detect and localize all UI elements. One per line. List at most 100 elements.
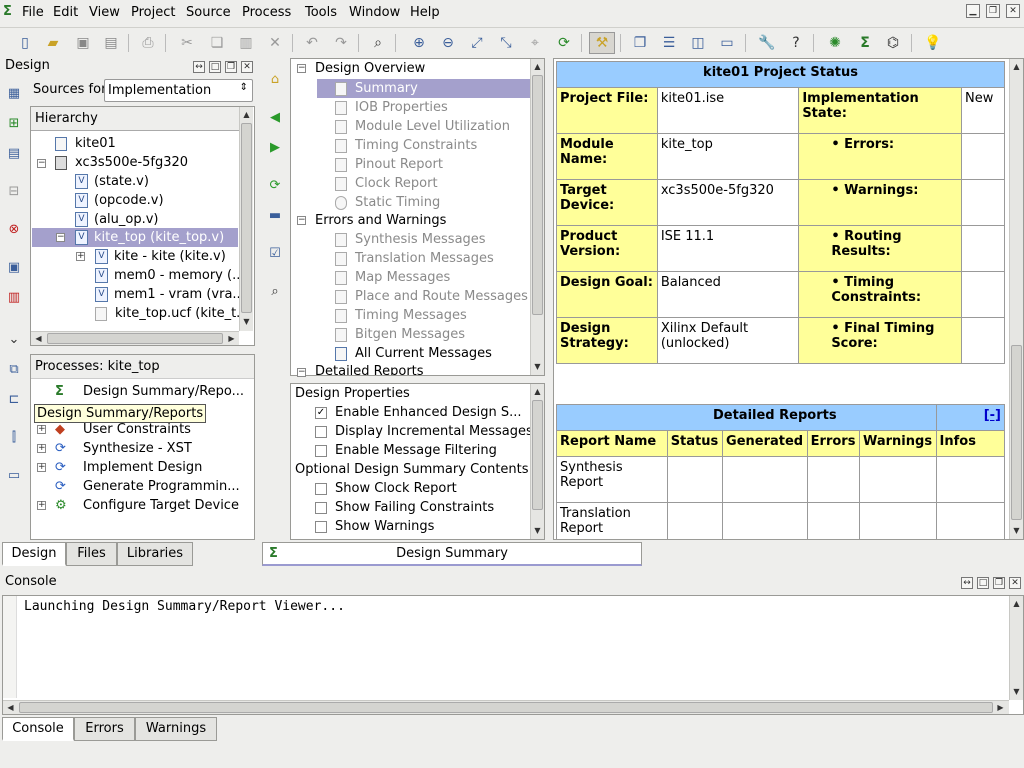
opt-clock-report[interactable]: Show Clock Report <box>315 479 457 498</box>
menu-help[interactable]: Help <box>410 5 440 20</box>
zoom-out-icon[interactable]: ⊖ <box>437 32 459 54</box>
report-name[interactable]: Synthesis Report <box>556 456 668 503</box>
console-vscroll[interactable]: ▲ ▼ <box>1009 596 1023 700</box>
scroll-right-icon[interactable]: ▶ <box>994 701 1007 714</box>
remove-source-icon[interactable]: ⊗ <box>5 222 23 240</box>
panel-close-icon[interactable]: ✕ <box>1009 577 1021 589</box>
back-icon[interactable]: ◀ <box>266 110 284 128</box>
process-configure-device[interactable]: ⚙ Configure Target Device <box>55 496 239 515</box>
collapse-detailed-link[interactable]: [-] <box>984 408 1001 423</box>
tips-icon[interactable]: 💡 <box>922 32 944 54</box>
redo-icon[interactable]: ↷ <box>330 32 352 54</box>
design-summary-icon[interactable]: Σ <box>854 32 876 54</box>
scroll-up-icon[interactable]: ▲ <box>1010 597 1023 610</box>
zoom-in-icon[interactable]: ⊕ <box>408 32 430 54</box>
menu-view[interactable]: View <box>89 5 120 20</box>
checklist-icon[interactable]: ☑ <box>266 246 284 264</box>
opt-failing-constraints[interactable]: Show Failing Constraints <box>315 498 494 517</box>
collapse-icon[interactable]: − <box>297 216 306 225</box>
hierarchy-hscroll[interactable]: ◀ ▶ <box>31 331 239 345</box>
rerun-icon[interactable]: ⟳ <box>266 178 284 196</box>
undo-icon[interactable]: ↶ <box>301 32 323 54</box>
overview-item-timing-constraints[interactable]: Timing Constraints <box>335 136 477 155</box>
process-hierarchy-icon[interactable]: ⊏ <box>5 392 23 410</box>
tab-design-summary[interactable]: Σ Design Summary <box>262 542 642 566</box>
messages-bitgen[interactable]: Bitgen Messages <box>335 325 465 344</box>
zoom-select-icon[interactable]: ⌖ <box>524 32 546 54</box>
collapse-icon[interactable]: − <box>297 64 306 73</box>
section-design-overview[interactable]: Design Overview <box>315 59 425 78</box>
console-output[interactable]: Launching Design Summary/Report Viewer..… <box>2 595 1024 715</box>
scroll-thumb[interactable] <box>1011 345 1022 520</box>
opt-warnings[interactable]: Show Warnings <box>315 517 434 536</box>
process-filter-icon[interactable]: ⫿ <box>5 430 23 448</box>
expand-icon[interactable]: + <box>37 463 46 472</box>
home-icon[interactable]: ⌂ <box>266 72 284 90</box>
scroll-up-icon[interactable]: ▲ <box>240 108 253 121</box>
console-hscroll[interactable]: ◀ ▶ <box>3 700 1009 714</box>
process-synthesize[interactable]: ⟳ Synthesize - XST <box>55 439 192 458</box>
minimize-window-icon[interactable]: ▁ <box>966 4 980 18</box>
overview-item-utilization[interactable]: Module Level Utilization <box>335 117 510 136</box>
overview-item-static-timing[interactable]: Static Timing <box>335 193 440 212</box>
settings-icon[interactable]: 🔧 <box>756 32 778 54</box>
overview-vscroll[interactable]: ▲ ▼ <box>530 59 544 375</box>
tab-files[interactable]: Files <box>66 542 117 566</box>
forward-icon[interactable]: ▶ <box>266 140 284 158</box>
tree-item-ucf[interactable]: kite_top.ucf (kite_t... <box>95 304 249 323</box>
checkbox[interactable] <box>315 501 327 514</box>
section-errors-warnings[interactable]: Errors and Warnings <box>315 211 446 230</box>
tile-vertical-icon[interactable]: ◫ <box>687 32 709 54</box>
scroll-thumb[interactable] <box>47 333 223 344</box>
panel-float-icon[interactable]: ↔ <box>193 61 205 73</box>
collapse-icon[interactable]: − <box>56 233 65 242</box>
expand-icon[interactable]: + <box>37 444 46 453</box>
cascade-icon[interactable]: ❐ <box>629 32 651 54</box>
menu-source[interactable]: Source <box>186 5 231 20</box>
panel-close-icon[interactable]: ✕ <box>241 61 253 73</box>
process-design-summary[interactable]: Σ Design Summary/Repo... <box>55 382 244 401</box>
zoom-full-icon[interactable]: ⤡ <box>495 32 517 54</box>
process-implement[interactable]: ⟳ Implement Design <box>55 458 202 477</box>
process-tree-icon[interactable]: ⧉ <box>5 362 23 380</box>
report-name[interactable]: Translation Report <box>556 502 668 539</box>
scroll-left-icon[interactable]: ◀ <box>4 701 17 714</box>
add-copy-source-icon[interactable]: ▤ <box>5 146 23 164</box>
tab-design[interactable]: Design <box>2 542 66 566</box>
expand-icon[interactable]: + <box>37 425 46 434</box>
prop-message-filtering[interactable]: Enable Message Filtering <box>315 441 497 460</box>
expand-icon[interactable]: + <box>37 501 46 510</box>
tree-item-alu-op[interactable]: V (alu_op.v) <box>75 210 159 229</box>
scroll-thumb[interactable] <box>532 400 543 510</box>
panel-maximize-icon[interactable]: □ <box>209 61 221 73</box>
panel-restore-icon[interactable]: ❐ <box>225 61 237 73</box>
scroll-left-icon[interactable]: ◀ <box>32 332 45 345</box>
messages-all-current[interactable]: All Current Messages <box>335 344 492 363</box>
save-all-icon[interactable]: ▤ <box>100 32 122 54</box>
messages-synthesis[interactable]: Synthesis Messages <box>335 230 486 249</box>
properties-icon[interactable]: ▣ <box>5 260 23 278</box>
tree-item-state[interactable]: V (state.v) <box>75 172 149 191</box>
paste-icon[interactable]: ▥ <box>235 32 257 54</box>
expand-more-icon[interactable]: ⌄ <box>5 332 23 350</box>
new-source-icon[interactable]: ⊞ <box>5 116 23 134</box>
overview-item-iob[interactable]: IOB Properties <box>335 98 448 117</box>
panel-maximize-icon[interactable]: □ <box>977 577 989 589</box>
new-file-icon[interactable]: ▯ <box>14 32 36 54</box>
collapse-icon[interactable]: − <box>297 368 306 377</box>
scroll-down-icon[interactable]: ▼ <box>531 360 544 373</box>
scroll-thumb[interactable] <box>19 702 993 713</box>
properties-vscroll[interactable]: ▲ ▼ <box>530 384 544 539</box>
menu-window[interactable]: Window <box>349 5 400 20</box>
messages-map[interactable]: Map Messages <box>335 268 450 287</box>
prop-enhanced-summary[interactable]: ✓ Enable Enhanced Design S... <box>315 403 522 422</box>
tree-item-kite-top[interactable]: Vkite_top (kite_top.v) <box>75 228 224 247</box>
cut-icon[interactable]: ✂ <box>176 32 198 54</box>
process-window-icon[interactable]: ▭ <box>5 468 23 486</box>
expand-icon[interactable]: + <box>76 252 85 261</box>
tab-console[interactable]: Console <box>2 717 74 741</box>
checkbox[interactable] <box>315 425 327 438</box>
scroll-up-icon[interactable]: ▲ <box>531 385 544 398</box>
find-icon[interactable]: ⌕ <box>367 32 389 54</box>
report-icon[interactable]: ▥ <box>5 290 23 308</box>
